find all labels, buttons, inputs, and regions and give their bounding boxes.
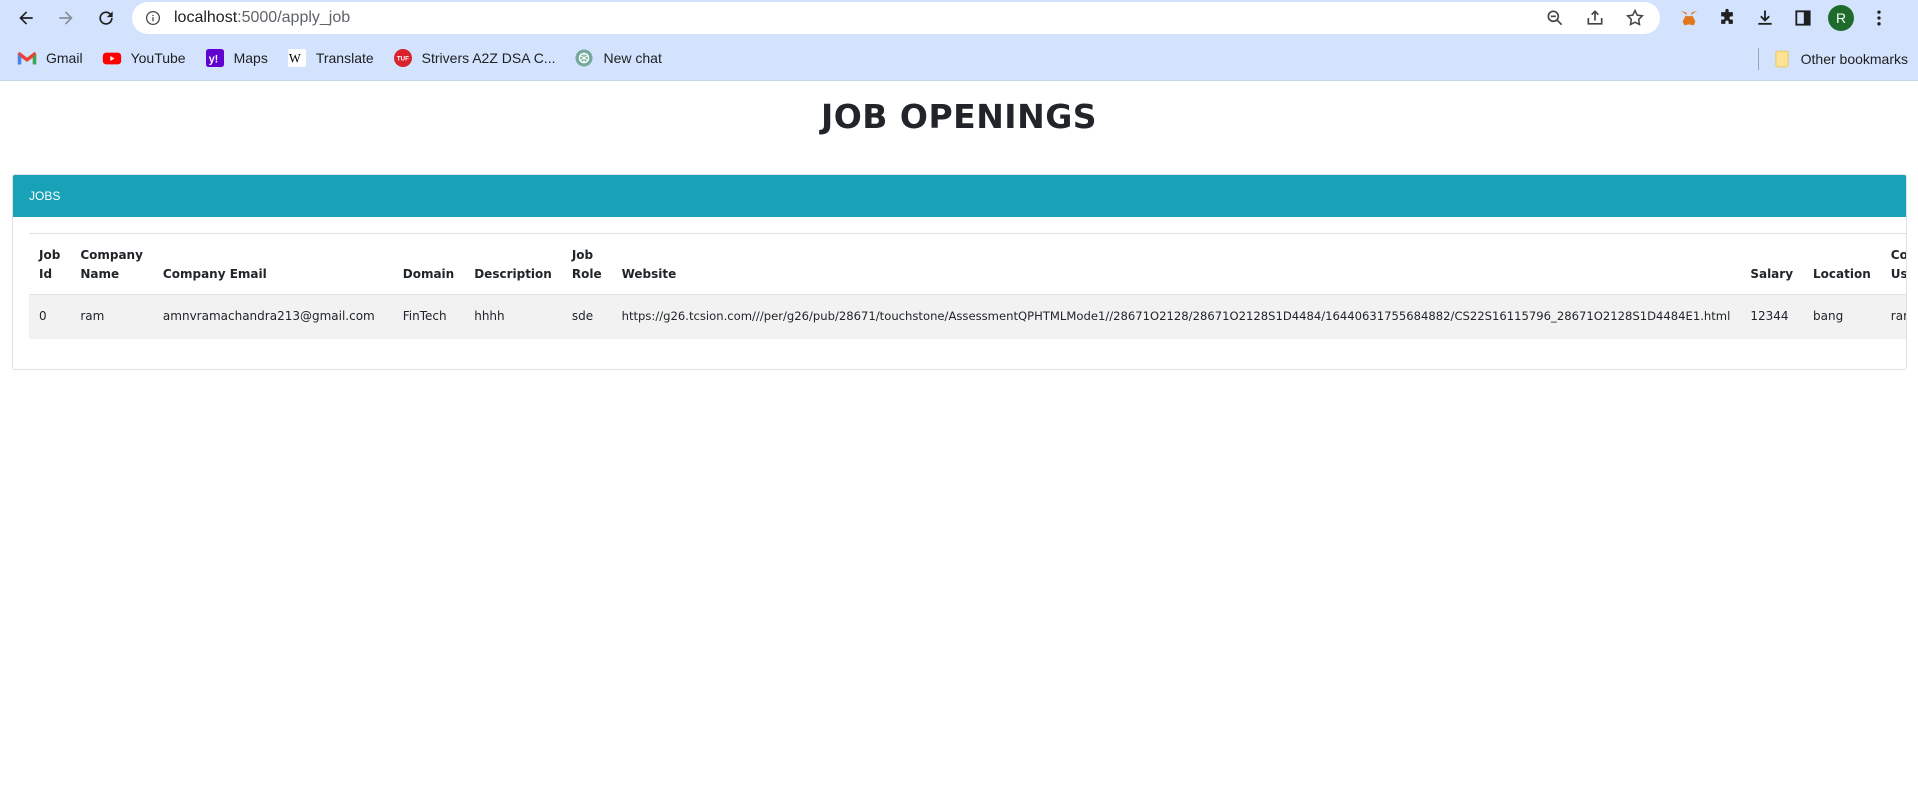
- share-icon[interactable]: [1582, 5, 1608, 31]
- cell-website: https://g26.tcsion.com///per/g26/pub/286…: [621, 308, 1731, 323]
- url-text[interactable]: localhost:5000/apply_job: [174, 9, 1542, 27]
- cell-location: bang: [1813, 308, 1844, 323]
- bookmark-gmail[interactable]: Gmail: [16, 47, 83, 69]
- folder-icon: [1771, 48, 1793, 70]
- jobs-card: JOBS Job Id Company Name Company Email Dom…: [12, 174, 1907, 370]
- bookmark-label: Gmail: [46, 50, 83, 66]
- profile-avatar[interactable]: R: [1828, 5, 1854, 31]
- bookmark-youtube[interactable]: YouTube: [101, 47, 186, 69]
- bookmarks-bar: Gmail YouTube y! Maps W Translate TUF St…: [0, 36, 1918, 81]
- page-title: JOB OPENINGS: [820, 97, 1098, 136]
- forward-button[interactable]: [50, 2, 82, 34]
- url-host: localhost: [174, 9, 238, 26]
- jobs-table: Job Id Company Name Company Email Domain D…: [29, 233, 1907, 339]
- bookmark-separator: [1757, 47, 1759, 70]
- chatgpt-icon: [573, 47, 595, 69]
- star-icon[interactable]: [1622, 5, 1648, 31]
- download-icon[interactable]: [1752, 5, 1778, 31]
- bookmark-label: New chat: [603, 50, 662, 66]
- zoom-icon[interactable]: [1542, 5, 1568, 31]
- extensions-icon[interactable]: [1714, 5, 1740, 31]
- cell-salary: 12344: [1750, 308, 1789, 323]
- header-job-id: Job Id: [39, 248, 61, 281]
- header-job-role: Job Role: [571, 248, 602, 281]
- bookmark-maps[interactable]: y! Maps: [204, 47, 268, 69]
- cell-description: hhhh: [474, 308, 505, 323]
- yahoo-icon: y!: [204, 47, 226, 69]
- cell-domain: FinTech: [402, 308, 447, 323]
- reload-icon: [99, 11, 113, 25]
- bookmark-label: Maps: [233, 50, 268, 66]
- browser-toolbar: localhost:5000/apply_job R: [0, 0, 1918, 36]
- svg-text:TUF: TUF: [396, 56, 408, 63]
- cell-company-email: amnvramachandra213@gmail.com: [162, 308, 375, 323]
- header-company-name: Company Name: [80, 248, 143, 281]
- wikipedia-icon: W: [286, 47, 308, 69]
- table-container: Job Id Company Name Company Email Domain D…: [13, 217, 1907, 369]
- svg-text:W: W: [289, 52, 301, 66]
- site-info-icon[interactable]: [144, 9, 162, 27]
- header-website: Website: [621, 267, 677, 281]
- header-location: Location: [1813, 267, 1871, 281]
- card-header: JOBS: [13, 175, 1906, 217]
- cell-job-id: 0: [39, 308, 47, 323]
- header-domain: Domain: [402, 267, 455, 281]
- cell-company-username: ram: [1890, 308, 1906, 323]
- youtube-icon: [101, 47, 123, 69]
- cell-job-role: sde: [571, 308, 594, 323]
- address-bar[interactable]: localhost:5000/apply_job: [132, 2, 1660, 34]
- bookmark-translate[interactable]: W Translate: [286, 47, 374, 69]
- header-salary: Salary: [1750, 267, 1794, 281]
- header-company-username: CompanyUsername: [1890, 248, 1907, 281]
- bookmark-label: YouTube: [130, 50, 186, 66]
- arrow-right-icon: [59, 11, 73, 25]
- bookmark-new-chat[interactable]: New chat: [573, 47, 662, 69]
- other-bookmarks-label: Other bookmarks: [1800, 50, 1908, 67]
- other-bookmarks[interactable]: Other bookmarks: [1771, 48, 1908, 70]
- side-panel-icon[interactable]: [1790, 5, 1816, 31]
- more-menu-icon[interactable]: [1866, 5, 1892, 31]
- bookmark-label: Strivers A2Z DSA C...: [421, 50, 556, 66]
- url-path: :5000/apply_job: [237, 9, 351, 26]
- svg-text:y!: y!: [208, 54, 218, 66]
- cell-company-name: ram: [80, 308, 105, 323]
- table-row: 0 ram amnvramachandra213@gmail.com FinTe…: [29, 294, 1906, 339]
- metamask-icon[interactable]: [1676, 5, 1702, 31]
- tuf-icon: TUF: [392, 47, 414, 69]
- gmail-icon: [16, 47, 38, 69]
- bookmark-strivers[interactable]: TUF Strivers A2Z DSA C...: [392, 47, 556, 69]
- header-description: Description: [474, 267, 552, 281]
- arrow-left-icon: [19, 11, 33, 25]
- bookmark-label: Translate: [315, 50, 374, 66]
- header-company-email: Company Email: [162, 267, 267, 281]
- back-button[interactable]: [10, 2, 42, 34]
- reload-button[interactable]: [90, 2, 122, 34]
- table-header-row: Job Id Company Name Company Email Domain D…: [29, 233, 1907, 295]
